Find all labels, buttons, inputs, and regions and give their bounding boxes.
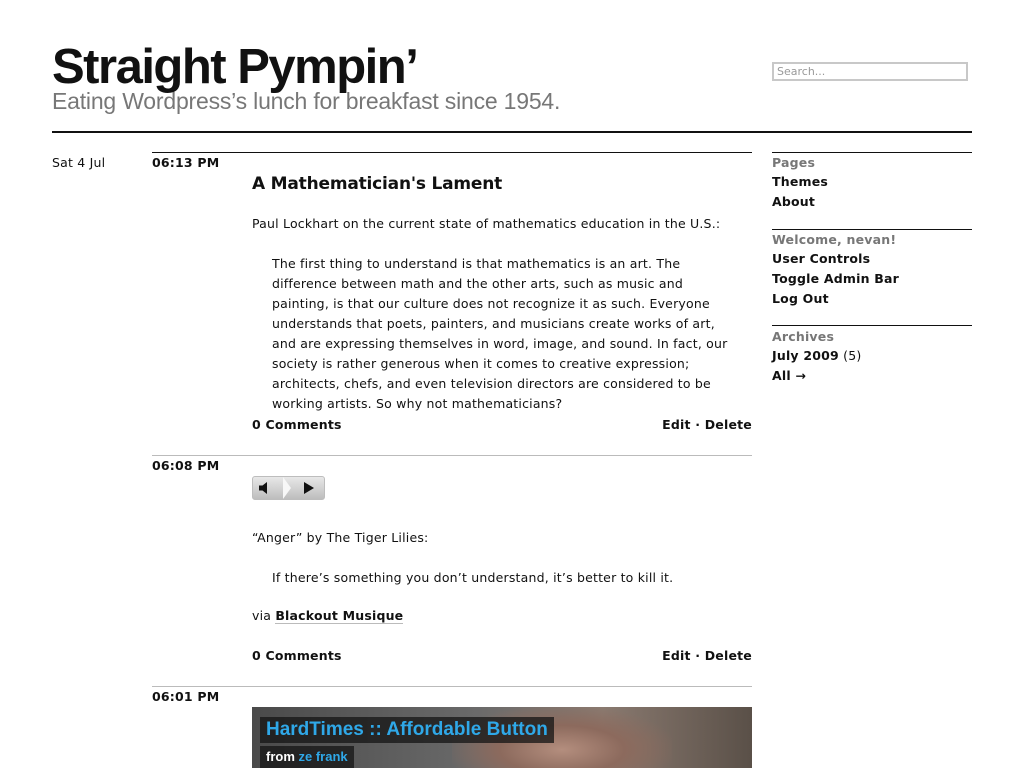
- edit-link[interactable]: Edit: [662, 417, 691, 432]
- via-source-link[interactable]: Blackout Musique: [275, 608, 404, 624]
- delete-link[interactable]: Delete: [705, 648, 752, 663]
- video-byline: from ze frank: [260, 746, 354, 768]
- sidebar-divider: [772, 325, 972, 326]
- sidebar-heading-welcome: Welcome, nevan!: [772, 232, 897, 247]
- post-divider: [152, 455, 752, 456]
- sidebar-item-user-controls[interactable]: User Controls: [772, 251, 870, 266]
- post-intro: Paul Lockhart on the current state of ma…: [252, 216, 721, 231]
- archive-month: July 2009 (5): [772, 348, 861, 363]
- via-label: via: [252, 608, 272, 623]
- archive-month-count: (5): [843, 348, 862, 363]
- video-from-label: from: [266, 749, 295, 764]
- video-author-link[interactable]: ze frank: [299, 749, 348, 764]
- header-divider: [52, 131, 972, 133]
- post-time[interactable]: 06:08 PM: [152, 458, 219, 473]
- sidebar-heading-pages: Pages: [772, 155, 816, 170]
- video-embed[interactable]: HardTimes :: Affordable Button from ze f…: [252, 707, 752, 768]
- post-blockquote: If there’s something you don’t understan…: [272, 570, 674, 585]
- speaker-icon[interactable]: [258, 481, 274, 495]
- sidebar-item-themes[interactable]: Themes: [772, 174, 828, 189]
- video-title[interactable]: HardTimes :: Affordable Button: [260, 717, 554, 743]
- post-time[interactable]: 06:01 PM: [152, 689, 219, 704]
- sidebar-item-toggle-admin-bar[interactable]: Toggle Admin Bar: [772, 271, 899, 286]
- post-via: via Blackout Musique: [252, 608, 404, 624]
- play-icon[interactable]: [303, 482, 315, 494]
- sidebar-divider: [772, 229, 972, 230]
- post-actions: Edit · Delete: [612, 648, 752, 663]
- search-input[interactable]: [772, 62, 968, 81]
- sidebar-item-log-out[interactable]: Log Out: [772, 291, 829, 306]
- sidebar-heading-archives: Archives: [772, 329, 835, 344]
- audio-player[interactable]: [252, 476, 325, 500]
- action-separator: ·: [695, 417, 701, 432]
- comments-link[interactable]: 0 Comments: [252, 648, 342, 663]
- post-divider: [152, 686, 752, 687]
- sidebar-item-about[interactable]: About: [772, 194, 815, 209]
- post-intro: “Anger” by The Tiger Lilies:: [252, 530, 429, 545]
- edit-link[interactable]: Edit: [662, 648, 691, 663]
- delete-link[interactable]: Delete: [705, 417, 752, 432]
- archive-month-link[interactable]: July 2009: [772, 348, 839, 363]
- post-blockquote: The first thing to understand is that ma…: [272, 256, 728, 411]
- post-divider: [152, 152, 752, 153]
- site-tagline: Eating Wordpress’s lunch for breakfast s…: [52, 88, 561, 114]
- player-divider: [283, 477, 291, 499]
- post-time[interactable]: 06:13 PM: [152, 155, 219, 170]
- action-separator: ·: [695, 648, 701, 663]
- archive-all-link[interactable]: All →: [772, 368, 806, 383]
- comments-link[interactable]: 0 Comments: [252, 417, 342, 432]
- post-title[interactable]: A Mathematician's Lament: [252, 174, 502, 194]
- post-date: Sat 4 Jul: [52, 155, 106, 170]
- post-actions: Edit · Delete: [612, 417, 752, 432]
- sidebar-divider: [772, 152, 972, 153]
